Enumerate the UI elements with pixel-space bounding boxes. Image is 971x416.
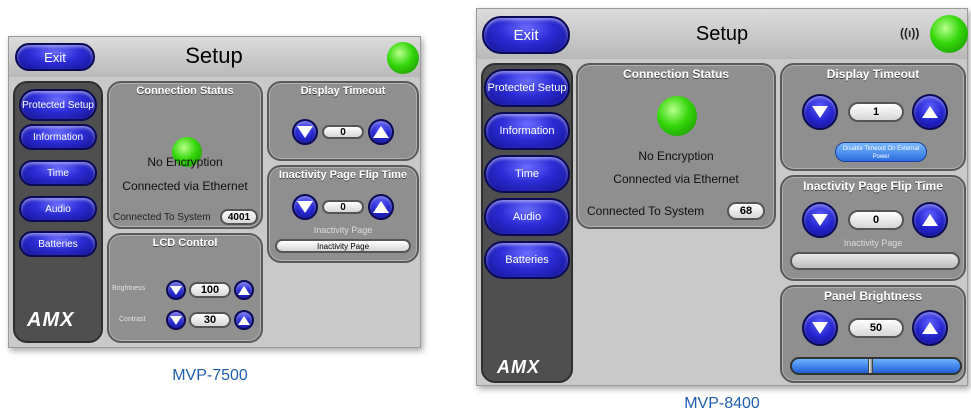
display-timeout-title: Display Timeout (826, 67, 920, 81)
brightness-slider[interactable] (790, 357, 962, 375)
amx-logo: AMX (27, 309, 75, 331)
sidebar-item-label: Batteries (38, 238, 78, 250)
amx-logo: AMX (497, 357, 540, 377)
contrast-up-button[interactable] (234, 310, 254, 330)
sidebar-item-time[interactable]: Time (484, 155, 570, 193)
brightness-label: Brightness (112, 285, 146, 292)
lcd-control-title: LCD Control (152, 237, 218, 249)
inactivity-page-field[interactable] (790, 252, 960, 270)
chevron-up-icon (373, 201, 389, 213)
mvp8400-panel: Exit Setup ((ı)) Protected Setup Informa… (476, 8, 968, 386)
inactivity-page-field[interactable]: Inactivity Page (275, 239, 411, 253)
mvp7500-caption: MVP-7500 (172, 367, 248, 384)
sidebar-item-label: Audio (512, 211, 542, 223)
sidebar-item-information[interactable]: Information (19, 124, 97, 150)
encryption-status: No Encryption (638, 149, 714, 163)
sidebar-item-information[interactable]: Information (484, 112, 570, 150)
brightness-up-button[interactable] (234, 280, 254, 300)
brightness-down-button[interactable] (802, 310, 838, 346)
chevron-down-icon (297, 201, 313, 213)
sidebar-item-batteries[interactable]: Batteries (484, 241, 570, 279)
inactivity-value: 0 (848, 210, 904, 230)
connected-system-value: 4001 (220, 209, 258, 225)
sidebar-item-label: Information (32, 131, 84, 143)
status-led-icon (930, 15, 968, 53)
connected-system-label: Connected To System (113, 212, 211, 223)
brightness-down-button[interactable] (166, 280, 186, 300)
exit-button-label: Exit (513, 26, 539, 44)
chevron-down-icon (170, 315, 182, 325)
connection-type: Connected via Ethernet (613, 172, 739, 186)
brightness-slider-handle[interactable] (867, 359, 873, 373)
inactivity-down-button[interactable] (292, 194, 318, 220)
mvp8400-caption: MVP-8400 (684, 395, 760, 412)
chevron-down-icon (297, 126, 313, 138)
mvp7500-panel: Exit Setup Protected Setup Information T… (8, 36, 421, 348)
exit-button[interactable]: Exit (482, 16, 570, 54)
exit-button-label: Exit (44, 49, 66, 65)
timeout-up-button[interactable] (368, 119, 394, 145)
timeout-down-button[interactable] (802, 94, 838, 130)
inactivity-title: Inactivity Page Flip Time (278, 169, 408, 181)
inactivity-up-button[interactable] (368, 194, 394, 220)
disable-timeout-button[interactable]: Disable Timeout On External Power (835, 142, 927, 162)
sidebar-item-protected-setup[interactable]: Protected Setup (19, 89, 97, 121)
sidebar-item-audio[interactable]: Audio (484, 198, 570, 236)
exit-button[interactable]: Exit (15, 43, 95, 71)
page-title: Setup (695, 23, 749, 45)
chevron-up-icon (238, 315, 250, 325)
sidebar-item-time[interactable]: Time (19, 160, 97, 186)
brightness-up-button[interactable] (912, 310, 948, 346)
contrast-label: Contrast (119, 316, 146, 323)
timeout-value: 1 (848, 102, 904, 122)
timeout-down-button[interactable] (292, 119, 318, 145)
chevron-up-icon (922, 322, 938, 334)
timeout-value: 0 (322, 125, 364, 139)
sidebar-item-label: Time (514, 168, 540, 180)
sidebar-item-label: Information (499, 125, 555, 137)
chevron-down-icon (812, 214, 828, 226)
sidebar-item-label: Time (47, 167, 69, 179)
connection-type: Connected via Ethernet (122, 179, 248, 193)
inactivity-title: Inactivity Page Flip Time (803, 179, 943, 193)
connection-status-title: Connection Status (622, 67, 729, 81)
connection-led-icon (657, 96, 697, 136)
contrast-down-button[interactable] (166, 310, 186, 330)
inactivity-up-button[interactable] (912, 202, 948, 238)
connected-system-value: 68 (727, 202, 765, 220)
sidebar-item-audio[interactable]: Audio (19, 196, 97, 222)
sidebar-item-batteries[interactable]: Batteries (19, 231, 97, 257)
chevron-down-icon (812, 106, 828, 118)
disable-timeout-label: Disable Timeout On External Power (842, 146, 920, 160)
connection-status-title: Connection Status (136, 85, 234, 97)
sidebar-item-label: Protected Setup (22, 99, 94, 111)
chevron-up-icon (238, 285, 250, 295)
chevron-up-icon (922, 214, 938, 226)
inactivity-value: 0 (322, 200, 364, 214)
sidebar-item-protected-setup[interactable]: Protected Setup (484, 69, 570, 107)
chevron-down-icon (812, 322, 828, 334)
inactivity-page-label: Inactivity Page (313, 225, 373, 235)
status-led-icon (387, 42, 419, 74)
timeout-up-button[interactable] (912, 94, 948, 130)
contrast-value: 30 (189, 312, 231, 328)
chevron-down-icon (170, 285, 182, 295)
sidebar-item-label: Audio (45, 203, 71, 215)
sidebar-item-label: Batteries (505, 254, 549, 266)
encryption-status: No Encryption (147, 155, 223, 169)
page-title: Setup (185, 43, 243, 68)
display-timeout-title: Display Timeout (300, 85, 386, 97)
panel-brightness-title: Panel Brightness (823, 289, 923, 303)
sidebar-item-label: Protected Setup (487, 82, 567, 94)
inactivity-down-button[interactable] (802, 202, 838, 238)
wireless-icon: ((ı)) (900, 26, 920, 40)
brightness-value: 100 (189, 282, 231, 298)
inactivity-page-label: Inactivity Page (843, 238, 903, 248)
connected-system-label: Connected To System (587, 204, 705, 218)
brightness-value: 50 (848, 318, 904, 338)
chevron-up-icon (373, 126, 389, 138)
chevron-up-icon (922, 106, 938, 118)
